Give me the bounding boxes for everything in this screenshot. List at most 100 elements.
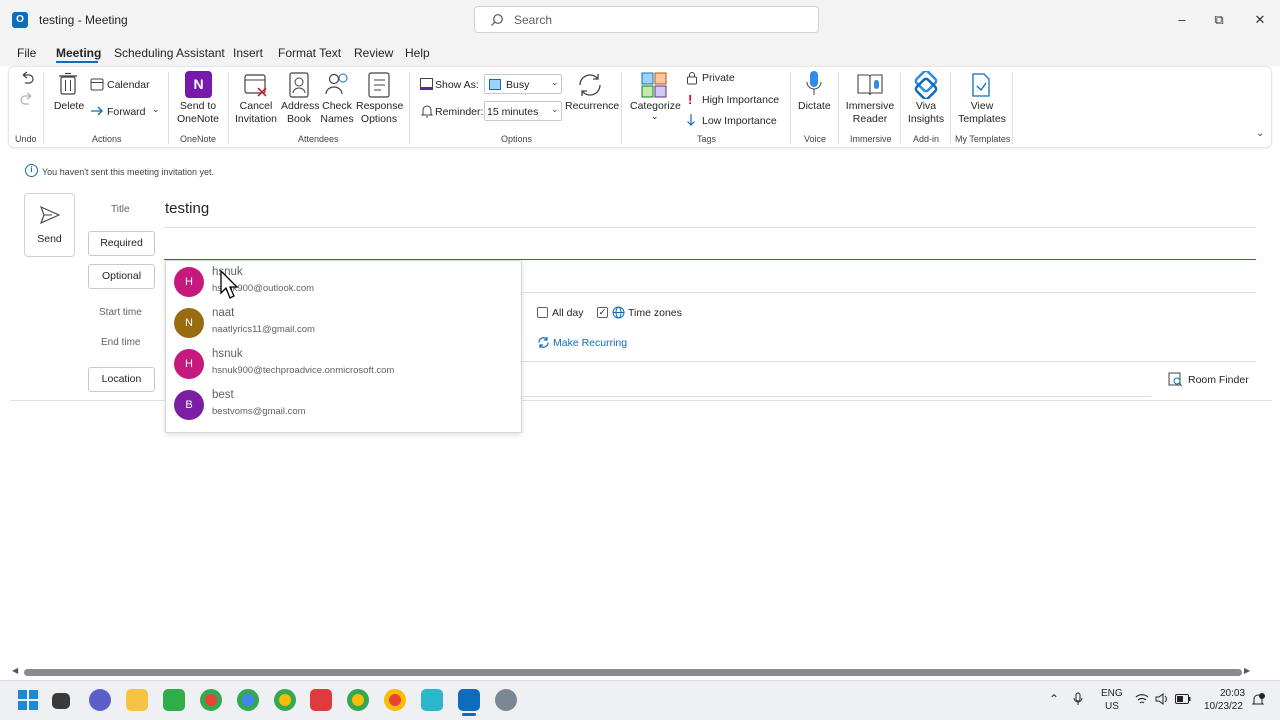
menu-insert[interactable]: Insert — [233, 46, 263, 60]
low-importance-button[interactable]: Low Importance — [702, 115, 777, 127]
file-explorer-icon[interactable] — [126, 689, 148, 711]
camtasia-recorder-icon[interactable] — [310, 689, 332, 711]
immersive-reader-button[interactable]: Immersive Reader — [845, 100, 895, 126]
group-label-actions: Actions — [92, 134, 122, 144]
chrome-icon[interactable] — [200, 689, 222, 711]
group-label-options: Options — [501, 134, 533, 144]
check-names-line2: Names — [320, 113, 354, 125]
cancel-invitation-button[interactable]: Cancel Invitation — [234, 100, 278, 126]
globe-icon — [612, 306, 625, 319]
suggestion-name: naat — [212, 307, 235, 319]
notifications-icon[interactable] — [1251, 692, 1265, 708]
battery-icon[interactable] — [1175, 694, 1191, 704]
check-names-button[interactable]: Check Names — [320, 100, 354, 126]
wifi-icon[interactable] — [1135, 693, 1149, 705]
viva-insights-button[interactable]: Viva Insights — [906, 100, 946, 126]
title-underline — [164, 227, 1256, 228]
meeting-body-editor[interactable] — [10, 402, 1272, 664]
immersive-reader-line1: Immersive — [845, 100, 895, 112]
optional-button[interactable]: Optional — [88, 264, 155, 289]
scroll-left-icon[interactable]: ◀ — [12, 666, 18, 675]
view-templates-button[interactable]: View Templates — [956, 100, 1008, 126]
dictate-button[interactable]: Dictate — [798, 100, 831, 112]
time-zones-checkbox[interactable]: ✓ — [597, 307, 608, 318]
menu-help[interactable]: Help — [405, 46, 430, 60]
make-recurring-link[interactable]: Make Recurring — [553, 337, 627, 349]
suggestion-email: bestvoms@gmail.com — [212, 406, 306, 417]
response-options-button[interactable]: Response Options — [356, 100, 404, 126]
settings-gear-icon[interactable] — [495, 689, 517, 711]
language-line1[interactable]: ENG — [1101, 688, 1123, 699]
forward-button[interactable]: Forward — [107, 106, 146, 118]
search-box[interactable]: Search — [474, 6, 819, 33]
end-time-label: End time — [101, 337, 141, 348]
reminder-dropdown[interactable]: 15 minutes ⌄ — [484, 101, 562, 121]
chrome-profile-4-icon[interactable] — [384, 689, 406, 711]
all-day-checkbox[interactable] — [537, 307, 548, 318]
suggestion-item[interactable]: H hsnuk hsnuk900@techproadvice.onmicroso… — [166, 343, 521, 383]
avatar: H — [174, 349, 204, 379]
chrome-profile-2-icon[interactable] — [274, 689, 296, 711]
location-button[interactable]: Location — [88, 367, 155, 392]
delete-icon[interactable] — [57, 72, 79, 96]
clock-date[interactable]: 10/23/22 — [1204, 701, 1243, 712]
ribbon-separator — [621, 72, 622, 144]
search-placeholder: Search — [514, 13, 553, 27]
reminder-label: Reminder: — [435, 106, 484, 118]
menu-scheduling-assistant[interactable]: Scheduling Assistant — [114, 46, 225, 60]
ribbon-collapse-chevron-icon[interactable]: ⌄ — [1256, 128, 1264, 139]
title-field[interactable]: testing — [165, 200, 209, 217]
clock-time[interactable]: 20:03 — [1220, 688, 1245, 699]
response-options-line2: Options — [360, 113, 398, 125]
private-button[interactable]: Private — [702, 72, 735, 84]
active-tab-indicator — [56, 61, 98, 63]
required-button[interactable]: Required — [88, 231, 155, 256]
show-hidden-icons-chevron-icon[interactable]: ⌃ — [1049, 692, 1059, 706]
horizontal-scrollbar[interactable] — [24, 669, 1242, 676]
group-label-add-in: Add-in — [913, 134, 940, 144]
calendar-button[interactable]: Calendar — [107, 79, 150, 91]
categorize-chevron-icon[interactable]: ⌄ — [651, 111, 659, 122]
menu-file[interactable]: File — [17, 46, 36, 60]
teams-chat-icon[interactable] — [89, 689, 111, 711]
windows-start-icon[interactable] — [18, 690, 38, 710]
required-attendees-input[interactable] — [164, 232, 1256, 258]
response-options-icon — [368, 72, 390, 98]
tray-microphone-icon[interactable] — [1073, 692, 1083, 707]
outlook-taskbar-icon[interactable] — [458, 689, 480, 711]
suggestion-item[interactable]: B best bestvoms@gmail.com — [166, 384, 521, 424]
suggestion-item[interactable]: N naat naatlyrics11@gmail.com — [166, 302, 521, 342]
group-label-attendees: Attendees — [298, 134, 339, 144]
response-options-line1: Response — [356, 100, 404, 112]
notepad-icon[interactable] — [421, 689, 443, 711]
language-line2[interactable]: US — [1105, 701, 1119, 712]
menu-format-text[interactable]: Format Text — [278, 46, 341, 60]
camtasia-icon[interactable] — [163, 689, 185, 711]
room-finder-button[interactable]: Room Finder — [1188, 374, 1249, 386]
scroll-right-icon[interactable]: ▶ — [1244, 666, 1250, 675]
recurrence-button[interactable]: Recurrence — [565, 100, 619, 112]
chrome-profile-icon[interactable] — [237, 689, 259, 711]
menu-meeting[interactable]: Meeting — [56, 46, 101, 60]
delete-button[interactable]: Delete — [52, 100, 86, 113]
active-app-indicator — [462, 713, 476, 716]
forward-dropdown-chevron-icon[interactable]: ⌄ — [152, 104, 160, 115]
high-importance-button[interactable]: High Importance — [702, 94, 779, 106]
minimize-icon[interactable]: – — [1170, 8, 1194, 32]
send-to-onenote-button[interactable]: Send to OneNote — [174, 100, 222, 126]
close-icon[interactable]: ✕ — [1248, 8, 1272, 32]
redo-icon[interactable] — [19, 91, 35, 107]
title-label: Title — [111, 204, 130, 215]
show-as-dropdown[interactable]: Busy ⌄ — [484, 74, 562, 94]
low-importance-icon — [687, 114, 695, 126]
task-view-icon[interactable] — [52, 693, 70, 709]
chrome-profile-3-icon[interactable] — [347, 689, 369, 711]
address-book-button[interactable]: Address Book — [281, 100, 320, 126]
send-button[interactable]: Send — [24, 193, 75, 257]
calendar-icon — [90, 78, 104, 91]
volume-icon[interactable] — [1155, 693, 1169, 705]
undo-icon[interactable] — [19, 70, 35, 86]
viva-insights-line2: Insights — [907, 113, 945, 125]
menu-review[interactable]: Review — [354, 46, 393, 60]
restore-icon[interactable]: ⧉ — [1207, 8, 1231, 32]
